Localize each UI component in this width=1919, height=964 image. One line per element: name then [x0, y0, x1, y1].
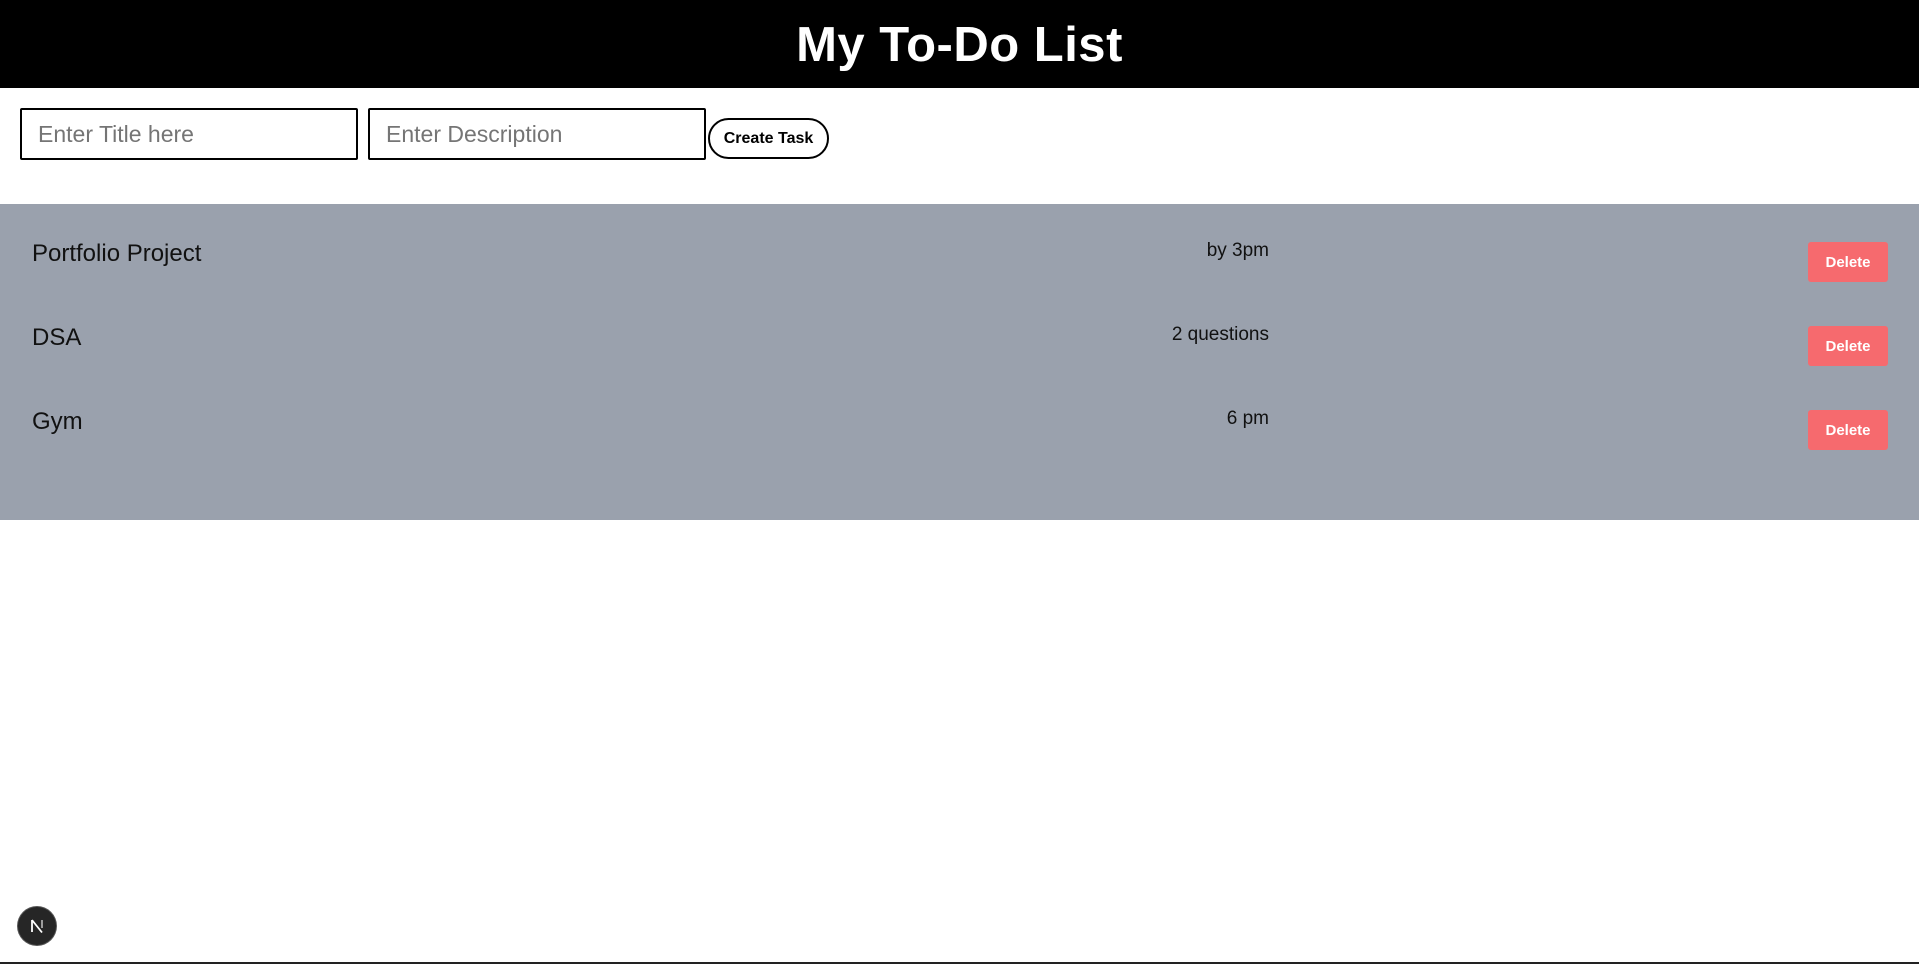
- task-row: Gym 6 pm Delete: [0, 372, 1919, 456]
- task-title: Gym: [32, 408, 83, 435]
- task-title: Portfolio Project: [32, 240, 202, 267]
- task-list: Portfolio Project by 3pm Delete DSA 2 qu…: [0, 204, 1919, 520]
- nextjs-logo-icon: [31, 919, 43, 934]
- page-title: My To-Do List: [796, 18, 1123, 72]
- description-input[interactable]: [368, 108, 706, 160]
- task-row: DSA 2 questions Delete: [0, 288, 1919, 372]
- nextjs-dev-indicator-button[interactable]: [18, 907, 56, 945]
- app-header: My To-Do List: [0, 0, 1919, 88]
- delete-button[interactable]: Delete: [1808, 242, 1888, 282]
- task-description: 2 questions: [1171, 324, 1269, 345]
- title-input[interactable]: [20, 108, 358, 160]
- task-title: DSA: [32, 324, 82, 351]
- task-description: 6 pm: [1226, 408, 1269, 429]
- task-description: by 3pm: [1206, 240, 1269, 261]
- create-task-button[interactable]: Create Task: [708, 118, 829, 159]
- delete-button[interactable]: Delete: [1808, 326, 1888, 366]
- task-row: Portfolio Project by 3pm Delete: [0, 204, 1919, 288]
- delete-button[interactable]: Delete: [1808, 410, 1888, 450]
- task-form: Create Task: [0, 88, 1919, 204]
